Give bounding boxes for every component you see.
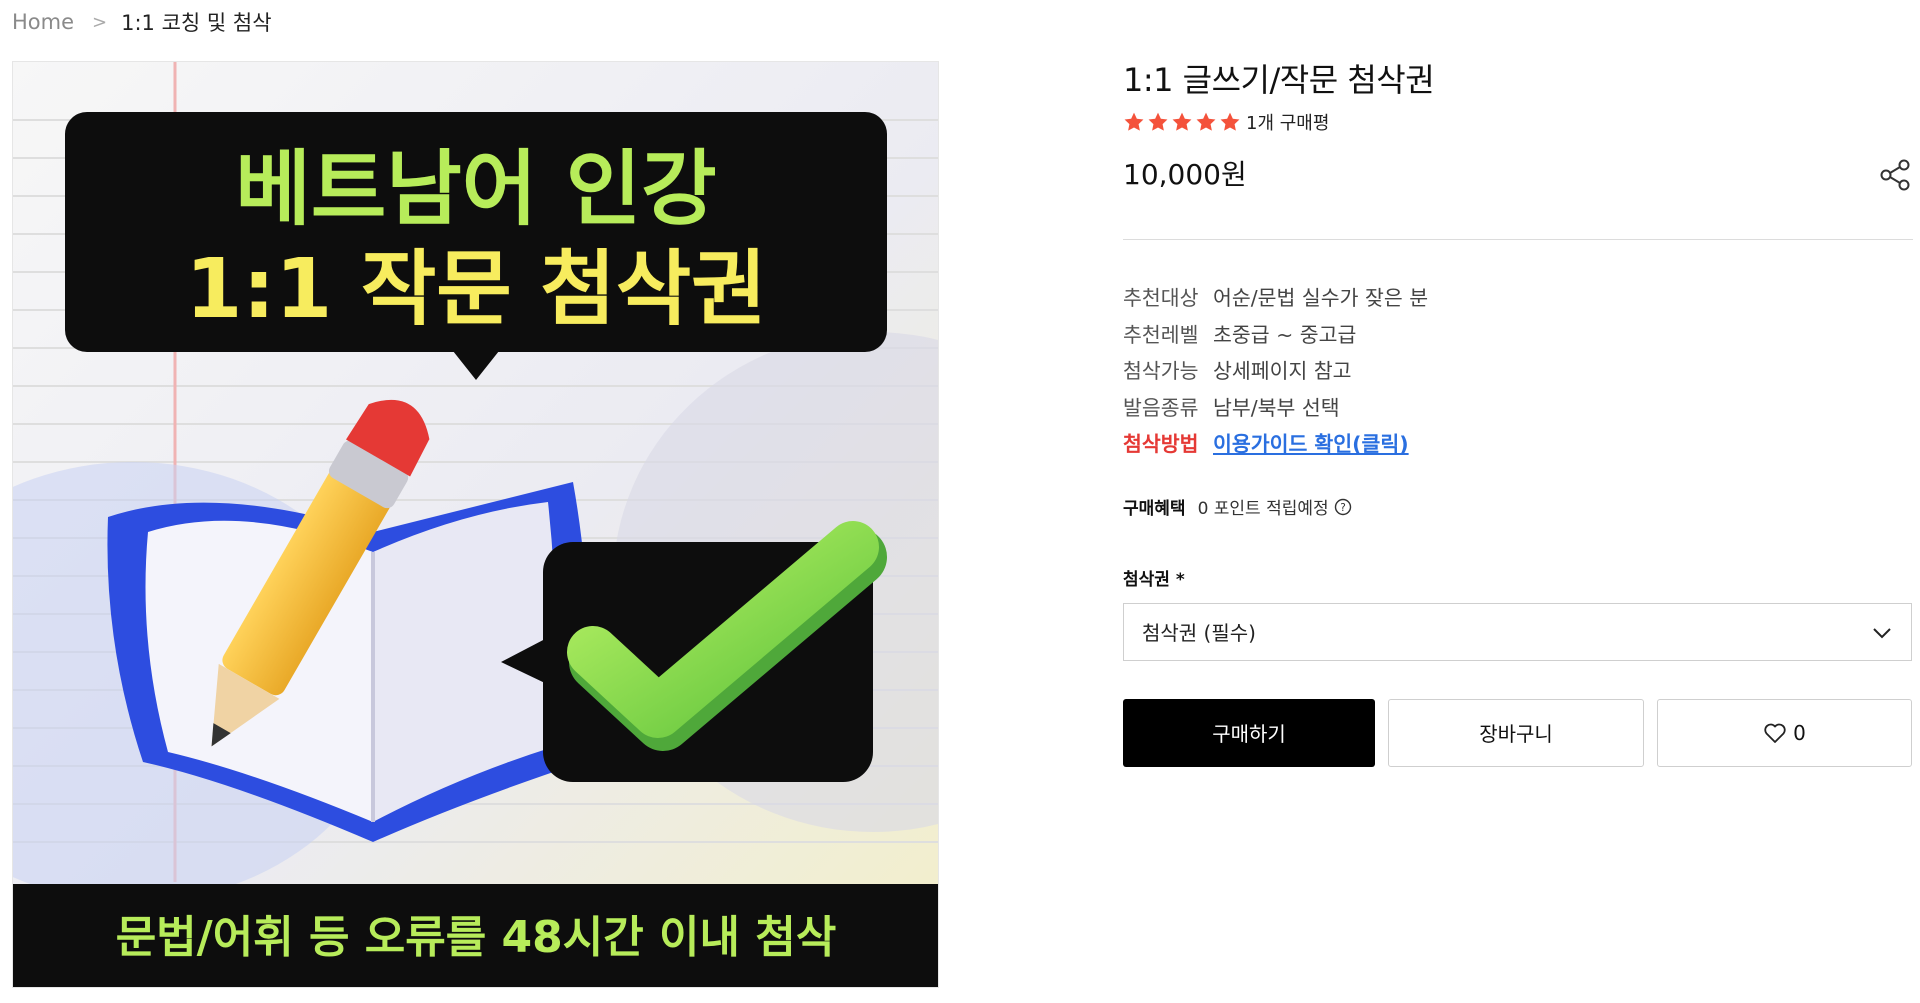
option-label: 첨삭권 *	[1123, 569, 1185, 590]
spec-value: 남부/북부 선택	[1213, 395, 1340, 420]
headline-line2: 1:1 작문 첨삭권	[185, 242, 766, 337]
breadcrumb: Home > 1:1 코칭 및 첨삭	[12, 8, 272, 36]
spec-label: 추천대상	[1123, 286, 1199, 311]
wishlist-count: 0	[1793, 720, 1806, 745]
chevron-down-icon	[1873, 627, 1891, 638]
spec-row: 첨삭방법 이용가이드 확인(클릭)	[1123, 424, 1913, 461]
spec-label: 추천레벨	[1123, 322, 1199, 347]
star-icon	[1148, 112, 1168, 131]
headline-line1: 베트남어 인강	[235, 142, 716, 237]
product-info-panel: 1:1 글쓰기/작문 첨삭권 1개 구매평 10,000원 추천대상 어순/문법…	[1123, 58, 1913, 767]
spec-value: 초중급 ~ 중고급	[1213, 322, 1357, 347]
star-rating	[1123, 111, 1241, 133]
add-to-cart-button[interactable]: 장바구니	[1388, 698, 1644, 767]
star-icon	[1172, 112, 1192, 131]
spec-label-method: 첨삭방법	[1123, 432, 1199, 457]
product-image: 베트남어 인강 1:1 작문 첨삭권 문법/어휘 등 오류를 48시간 이내 첨…	[12, 61, 939, 988]
footer-caption: 문법/어휘 등 오류를 48시간 이내 첨삭	[116, 912, 837, 963]
divider	[1123, 239, 1913, 240]
breadcrumb-separator-icon: >	[92, 11, 108, 33]
price-row: 10,000원	[1123, 153, 1913, 197]
option-select[interactable]: 첨삭권 (필수)	[1123, 602, 1912, 661]
star-icon	[1124, 112, 1144, 131]
spec-row: 추천대상 어순/문법 실수가 잦은 분	[1123, 278, 1913, 315]
buy-button[interactable]: 구매하기	[1123, 698, 1375, 767]
usage-guide-link[interactable]: 이용가이드 확인(클릭)	[1213, 427, 1409, 457]
breadcrumb-current: 1:1 코칭 및 첨삭	[121, 11, 272, 35]
benefit-label: 구매혜택	[1123, 499, 1186, 519]
wishlist-button[interactable]: 0	[1657, 698, 1912, 767]
spec-row: 발음종류 남부/북부 선택	[1123, 388, 1913, 425]
star-icon	[1220, 112, 1240, 131]
option-select-value: 첨삭권 (필수)	[1142, 621, 1256, 645]
benefit-value: 0 포인트 적립예정	[1197, 499, 1329, 519]
help-icon[interactable]: ?	[1334, 498, 1352, 516]
heart-icon	[1764, 723, 1786, 743]
purchase-benefit: 구매혜택 0 포인트 적립예정 ?	[1123, 495, 1913, 519]
spec-value: 어순/문법 실수가 잦은 분	[1213, 286, 1429, 311]
spec-list: 추천대상 어순/문법 실수가 잦은 분 추천레벨 초중급 ~ 중고급 첨삭가능 …	[1123, 278, 1913, 461]
spec-label: 첨삭가능	[1123, 359, 1199, 384]
action-buttons: 구매하기 장바구니 0	[1123, 698, 1913, 767]
breadcrumb-home-link[interactable]: Home	[12, 10, 74, 34]
spec-value: 상세페이지 참고	[1213, 359, 1352, 384]
svg-text:?: ?	[1340, 502, 1346, 514]
checkmark-icon	[501, 521, 887, 782]
spec-row: 첨삭가능 상세페이지 참고	[1123, 351, 1913, 388]
rating-row[interactable]: 1개 구매평	[1123, 109, 1913, 135]
price: 10,000원	[1123, 158, 1247, 191]
spec-label: 발음종류	[1123, 395, 1199, 420]
star-icon	[1196, 112, 1216, 131]
spec-row: 추천레벨 초중급 ~ 중고급	[1123, 315, 1913, 352]
product-title: 1:1 글쓰기/작문 첨삭권	[1123, 61, 1435, 99]
review-count[interactable]: 1개 구매평	[1246, 109, 1329, 135]
share-icon[interactable]	[1877, 157, 1913, 193]
